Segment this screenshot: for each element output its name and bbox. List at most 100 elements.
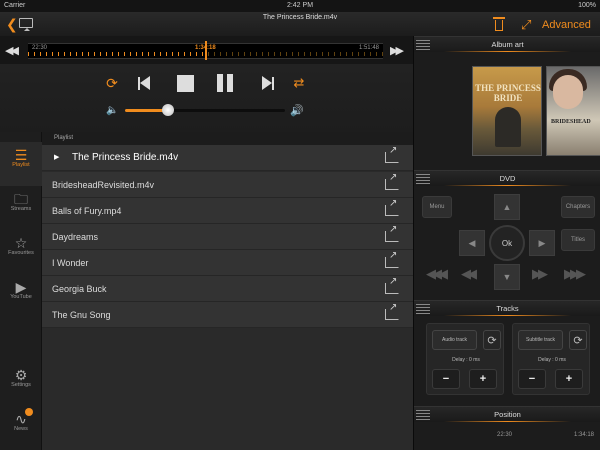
tab-streams[interactable]: 🗀 Streams — [0, 186, 42, 230]
audio-delay: Delay : 0 ms — [452, 357, 480, 363]
news-badge — [25, 408, 33, 416]
dvd-skip-forward-icon[interactable]: ▶▶▶ — [564, 266, 586, 282]
audio-track-select[interactable]: Audio track — [432, 330, 477, 350]
volume-slider[interactable] — [125, 104, 285, 116]
dvd-header[interactable]: DVD — [414, 170, 600, 186]
album-art-princess-bride[interactable]: THE PRINCESS BRIDE — [472, 66, 542, 156]
dvd-left-icon[interactable]: ◀ — [459, 230, 485, 256]
subtitle-delay-plus-button[interactable]: + — [555, 369, 583, 389]
section-title: Album art — [491, 40, 524, 49]
dvd-up-icon[interactable]: ▲ — [494, 194, 520, 220]
cycle-icon[interactable]: ⟳ — [569, 330, 587, 350]
volume-high-icon: 🔊 — [290, 105, 304, 117]
playlist-item-name: Balls of Fury.mp4 — [52, 206, 122, 216]
audio-delay-minus-button[interactable]: − — [432, 369, 460, 389]
shuffle-icon[interactable]: ⇄ — [290, 74, 308, 92]
tab-news[interactable]: ∿ News — [0, 406, 42, 450]
tab-youtube[interactable]: ▶ YouTube — [0, 274, 42, 318]
trash-icon[interactable] — [493, 16, 505, 32]
rewind-icon[interactable]: ◀◀ — [5, 44, 19, 57]
stop-icon[interactable] — [176, 74, 194, 92]
playlist-panel: Playlist ▶ The Princess Bride.m4v Brides… — [42, 132, 413, 450]
now-playing-title: The Princess Bride.m4v — [262, 14, 338, 21]
seek-bar[interactable]: 22:30 1:34:18 1:51:48 — [28, 41, 383, 60]
seek-total: 1:51:48 — [358, 45, 379, 51]
subtitle-delay: Delay : 0 ms — [538, 357, 566, 363]
volume-knob[interactable] — [162, 104, 174, 116]
playlist-item-name: The Princess Bride.m4v — [72, 152, 179, 163]
list-icon: ☰ — [14, 147, 28, 163]
playlist-item[interactable]: Georgia Buck — [42, 276, 413, 302]
audio-delay-plus-button[interactable]: + — [469, 369, 497, 389]
share-icon[interactable] — [385, 250, 399, 268]
playlist-item[interactable]: I Wonder — [42, 250, 413, 276]
status-clock: 2:42 PM — [286, 2, 314, 9]
dvd-rewind-icon[interactable]: ◀◀ — [461, 266, 477, 282]
playlist-item[interactable]: The Gnu Song — [42, 302, 413, 328]
playlist-item-name: Georgia Buck — [52, 284, 107, 294]
tab-label: Settings — [11, 382, 31, 388]
dvd-chapters-button[interactable]: Chapters — [561, 196, 595, 218]
subtitle-track-select[interactable]: Subtitle track — [518, 330, 563, 350]
playlist-item-name: Daydreams — [52, 232, 99, 242]
poster-title: THE PRINCESS BRIDE — [475, 83, 541, 103]
tab-settings[interactable]: ⚙ Settings — [0, 362, 42, 406]
dvd-down-icon[interactable]: ▼ — [494, 264, 520, 290]
star-icon: ☆ — [14, 235, 28, 251]
tab-favourites[interactable]: ☆ Favourites — [0, 230, 42, 274]
section-title: Position — [494, 410, 521, 419]
dvd-forward-icon[interactable]: ▶▶ — [532, 266, 548, 282]
playlist-item-name: I Wonder — [52, 258, 89, 268]
dvd-right-icon[interactable]: ▶ — [529, 230, 555, 256]
playlist-item-name: BridesheadRevisited.m4v — [52, 180, 155, 190]
playlist-item[interactable]: Daydreams — [42, 224, 413, 250]
playlist-item[interactable]: ▶ The Princess Bride.m4v — [42, 145, 413, 171]
share-icon[interactable] — [385, 145, 399, 163]
share-icon[interactable] — [385, 172, 399, 190]
dvd-skip-back-icon[interactable]: ◀◀◀ — [426, 266, 448, 282]
subtitle-track-box: Subtitle track ⟳ Delay : 0 ms − + — [512, 323, 590, 395]
share-icon[interactable] — [385, 224, 399, 242]
advanced-button[interactable]: Advanced — [542, 19, 591, 31]
position-header[interactable]: Position — [414, 406, 600, 422]
position-end-time: 1:34:18 — [574, 432, 595, 438]
repeat-icon[interactable]: ⟳ — [103, 74, 121, 92]
dvd-ok-button[interactable]: Ok — [489, 225, 525, 261]
seek-elapsed: 22:30 — [32, 45, 48, 51]
tracks-header[interactable]: Tracks — [414, 300, 600, 316]
poster-title: BRIDESHEAD — [551, 119, 591, 125]
dvd-menu-button[interactable]: Menu — [422, 196, 452, 218]
fast-forward-icon[interactable]: ▶▶ — [390, 44, 404, 57]
youtube-icon: ▶ — [15, 279, 27, 295]
seek-played — [28, 52, 206, 56]
expand-icon[interactable]: ⤢ — [521, 18, 535, 32]
pause-icon[interactable] — [216, 74, 234, 92]
seek-row: ◀◀ 22:30 1:34:18 1:51:48 ▶▶ — [0, 36, 413, 64]
dvd-titles-button[interactable]: Titles — [561, 229, 595, 251]
album-art-header[interactable]: Album art — [414, 36, 600, 52]
share-icon[interactable] — [385, 198, 399, 216]
playlist-item[interactable]: BridesheadRevisited.m4v — [42, 172, 413, 198]
volume-low-icon: 🔈 — [106, 105, 119, 116]
tab-bar: ☰ Playlist 🗀 Streams ☆ Favourites ▶ YouT… — [0, 132, 42, 450]
next-icon[interactable] — [259, 74, 277, 92]
tab-label: YouTube — [10, 294, 32, 300]
folder-icon: 🗀 — [14, 191, 28, 207]
share-icon[interactable] — [385, 276, 399, 294]
gear-icon: ⚙ — [14, 367, 28, 383]
poster-figures — [495, 107, 521, 147]
audio-track-box: Audio track ⟳ Delay : 0 ms − + — [426, 323, 504, 395]
seek-playhead[interactable] — [205, 41, 207, 60]
tab-label: Playlist — [12, 162, 30, 168]
tab-playlist[interactable]: ☰ Playlist — [0, 142, 42, 186]
album-art-brideshead[interactable]: BRIDESHEAD — [546, 66, 600, 156]
tab-label: Streams — [10, 206, 32, 212]
playlist-item[interactable]: Balls of Fury.mp4 — [42, 198, 413, 224]
playlist-header: Playlist — [42, 132, 413, 145]
poster-face — [553, 75, 583, 109]
share-icon[interactable] — [385, 302, 399, 320]
now-playing-icon: ▶ — [54, 154, 60, 161]
subtitle-delay-minus-button[interactable]: − — [518, 369, 546, 389]
previous-icon[interactable] — [135, 74, 153, 92]
cycle-icon[interactable]: ⟳ — [483, 330, 501, 350]
